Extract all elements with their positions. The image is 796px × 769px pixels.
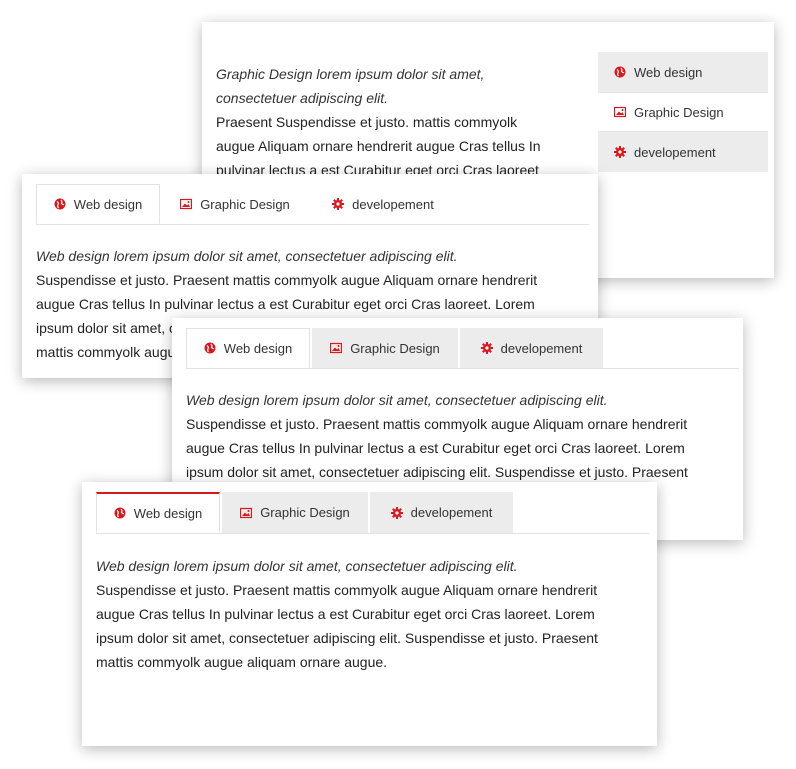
tab-label: Web design [133,505,203,521]
accent-tabs-card: Web design Graphic Design developement W… [82,482,657,746]
content-lead-line: Web design lorem ipsum dolor sit amet, c… [36,248,458,264]
content-line: augue Cras tellus In pulvinar lectus a e… [36,296,535,312]
tab-label: Web design [223,340,293,356]
vtab-web-design[interactable]: Web design [598,52,768,92]
vtab-label: Graphic Design [634,104,724,120]
tab-label: developement [500,340,583,356]
globe-icon [204,342,216,354]
tab-graphic-design[interactable]: Graphic Design [222,492,368,533]
image-icon [614,106,626,118]
content-line: Suspendisse et justo. Praesent mattis co… [36,272,538,288]
content-lead-line: Web design lorem ipsum dolor sit amet, c… [186,392,608,408]
vtab-developement[interactable]: developement [598,132,768,172]
image-icon [180,198,193,210]
content-line: ipsum dolor sit amet, consectetuer adipi… [186,464,688,480]
tab-web-design[interactable]: Web design [186,328,310,368]
gear-icon [480,342,493,354]
tab-label: Web design [73,196,143,212]
content-line: augue Cras tellus In pulvinar lectus a e… [96,606,595,622]
gear-icon [332,198,345,210]
tab-label: Graphic Design [200,196,290,212]
tab-content: Web design lorem ipsum dolor sit amet, c… [96,554,651,674]
tab-graphic-design[interactable]: Graphic Design [312,328,458,368]
tab-label: Graphic Design [350,340,440,356]
content-line: Suspendisse et justo. Praesent mattis co… [96,582,598,598]
globe-icon [114,507,126,519]
image-icon [240,507,253,519]
tab-developement[interactable]: developement [310,184,456,224]
gear-icon [390,506,403,519]
vtab-label: Web design [634,64,703,80]
globe-icon [614,66,626,78]
tab-label: Graphic Design [260,505,350,520]
content-line: mattis commyolk augue aliquam ornare aug… [96,654,388,670]
tab-bar: Web design Graphic Design developement [96,492,649,534]
tab-label: developement [352,196,434,212]
tab-bar: Web design Graphic Design developement [186,328,739,369]
image-icon [330,342,343,354]
tab-developement[interactable]: developement [370,492,513,533]
content-line: augue Aliquam ornare hendrerit augue Cra… [216,138,541,154]
content-lead-line: Graphic Design lorem ipsum dolor sit ame… [216,66,485,82]
tab-web-design[interactable]: Web design [96,492,220,533]
tab-content: Graphic Design lorem ipsum dolor sit ame… [216,62,586,182]
tab-developement[interactable]: developement [460,328,603,368]
content-lead-line: consectetuer adipiscing elit. [216,90,388,106]
tab-graphic-design[interactable]: Graphic Design [162,184,308,224]
globe-icon [54,198,66,210]
tab-label: developement [410,505,493,520]
content-line: Praesent Suspendisse et justo. mattis co… [216,114,518,130]
vertical-tab-list: Web design Graphic Design developement [598,52,768,172]
content-line: Suspendisse et justo. Praesent mattis co… [186,416,688,432]
content-line: ipsum dolor sit amet, consectetuer adipi… [96,630,598,646]
tab-web-design[interactable]: Web design [36,184,160,224]
tab-content: Web design lorem ipsum dolor sit amet, c… [186,388,741,484]
gear-icon [614,146,626,158]
vtab-graphic-design[interactable]: Graphic Design [598,92,768,132]
vtab-label: developement [634,144,716,160]
content-line: augue Cras tellus In pulvinar lectus a e… [186,440,685,456]
content-lead-line: Web design lorem ipsum dolor sit amet, c… [96,558,518,574]
tab-bar: Web design Graphic Design developement [36,184,589,225]
